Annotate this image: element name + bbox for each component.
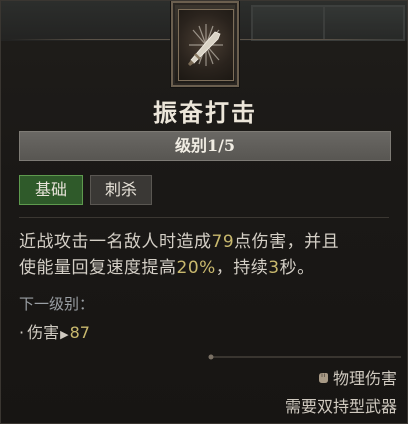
fist-icon (318, 373, 328, 383)
tag-basic: 基础 (19, 175, 83, 205)
skill-tooltip: 振奋打击 级别1/5 基础 刺杀 近战攻击一名敌人时造成79点伤害，并且 使能量… (0, 0, 408, 424)
duration-value: 3 (268, 258, 280, 278)
skill-level-label: 级别1/5 (174, 136, 236, 155)
crossed-blades-icon (178, 9, 234, 81)
damage-value: 79 (211, 232, 235, 252)
next-level-stat: · 伤害▶87 (19, 319, 90, 343)
skill-name: 振奋打击 (153, 98, 257, 127)
next-level-stat-value: 87 (69, 323, 90, 342)
description-line-2: 使能量回复速度提高20%，持续3秒。 (19, 258, 315, 278)
skill-description: 近战攻击一名敌人时造成79点伤害，并且 使能量回复速度提高20%，持续3秒。 (19, 229, 399, 281)
next-level-stat-label: 伤害 (27, 323, 60, 342)
next-level-title: 下一级别： (19, 295, 95, 313)
weapon-requirement: 需要双持型武器 (284, 397, 397, 416)
damage-type: 物理伤害 (316, 365, 397, 389)
damage-type-label: 物理伤害 (332, 369, 397, 388)
ornament-divider (208, 354, 401, 360)
tag-assassin: 刺杀 (90, 175, 152, 205)
arrow-right-icon: ▶ (60, 328, 69, 341)
skill-level-bar: 级别1/5 (19, 131, 391, 161)
description-line-1: 近战攻击一名敌人时造成79点伤害，并且 (19, 232, 340, 252)
energy-regen-value: 20% (176, 258, 216, 278)
section-divider (19, 217, 389, 218)
background-window (251, 5, 405, 41)
bullet-icon: · (19, 323, 25, 342)
skill-icon-frame (171, 1, 239, 87)
